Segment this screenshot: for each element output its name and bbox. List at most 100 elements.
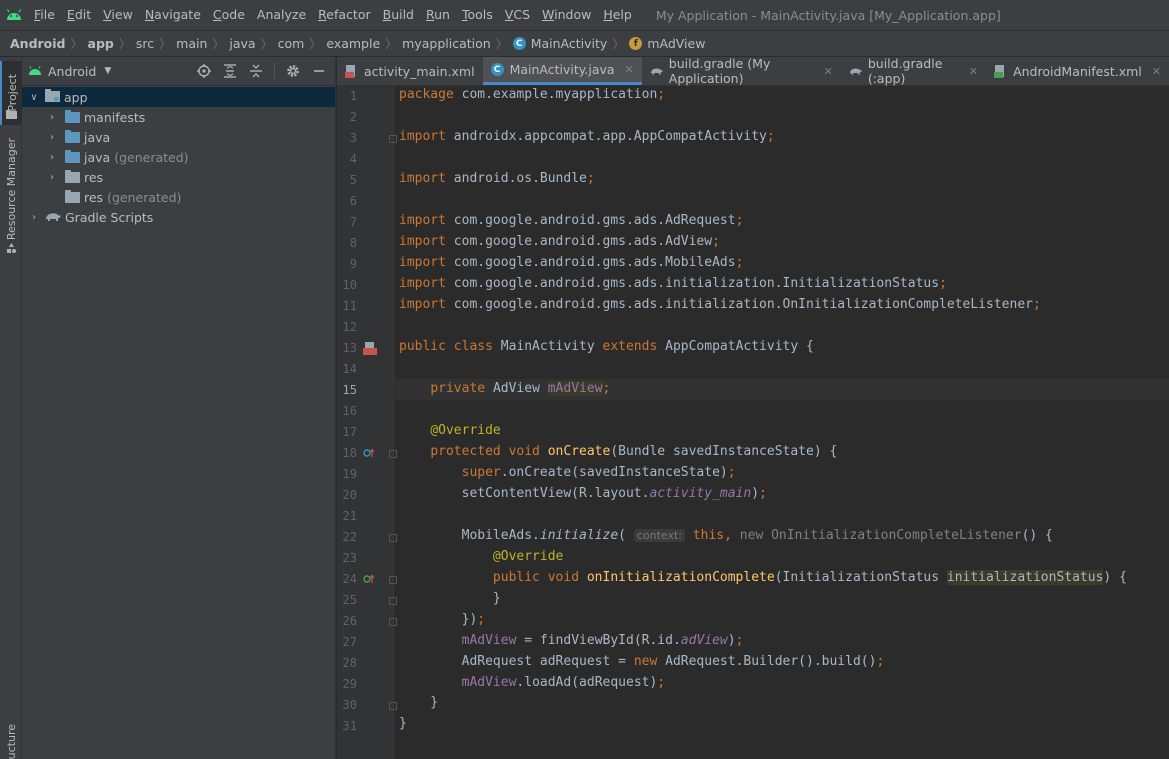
caret-down-icon[interactable]: ▼ xyxy=(104,66,111,76)
code-line: } xyxy=(399,695,439,710)
code-line: private AdView mAdView; xyxy=(430,381,611,396)
chevron-right-icon: 〉 xyxy=(385,37,398,51)
tree-item-app[interactable]: ∨ app xyxy=(22,87,335,107)
menu-file[interactable]: File xyxy=(28,0,61,30)
fold-marker-icon[interactable] xyxy=(389,534,397,542)
code-line: AdRequest adRequest = new AdRequest.Buil… xyxy=(399,654,885,669)
breadcrumb-java[interactable]: java xyxy=(225,36,259,51)
line-number: 22 xyxy=(342,530,357,544)
chevron-right-icon[interactable]: › xyxy=(44,152,60,163)
menu-run[interactable]: Run xyxy=(420,0,456,30)
tab-build-gradle-app[interactable]: build.gradle (:app) ✕ xyxy=(841,56,986,86)
fold-marker-icon[interactable] xyxy=(389,450,397,458)
resource-manager-tool-tab[interactable]: Resource Manager xyxy=(0,138,22,240)
breadcrumb-src[interactable]: src xyxy=(132,36,158,51)
project-tree: ∨ app › manifests › java › java (generat… xyxy=(22,86,335,227)
tab-label: build.gradle (My Application) xyxy=(668,56,771,86)
tab-androidmanifest-xml[interactable]: AndroidManifest.xml ✕ xyxy=(986,57,1169,85)
line-number: 13 xyxy=(342,341,357,355)
code-line: mAdView.loadAd(adRequest); xyxy=(461,675,666,690)
breadcrumb-app[interactable]: app xyxy=(84,36,118,51)
line-number: 31 xyxy=(342,719,357,733)
fold-marker-icon[interactable] xyxy=(389,576,397,584)
tree-item-label: java xyxy=(84,129,111,145)
breadcrumb-mainactivity[interactable]: C MainActivity xyxy=(509,36,612,51)
chevron-right-icon[interactable]: › xyxy=(44,132,60,143)
line-number: 20 xyxy=(342,488,357,502)
menu-code[interactable]: Code xyxy=(207,0,251,30)
fold-marker-icon[interactable] xyxy=(389,597,397,605)
code-line: import androidx.appcompat.app.AppCompatA… xyxy=(399,129,775,144)
close-icon[interactable]: ✕ xyxy=(1152,65,1161,78)
related-layout-icon[interactable] xyxy=(363,342,377,358)
menu-tools[interactable]: Tools xyxy=(456,0,499,30)
field-icon: f xyxy=(629,37,643,50)
breadcrumb-com[interactable]: com xyxy=(274,36,309,51)
code-editor[interactable]: 1 2 3 4 5 6 7 8 9 10 11 12 13 14 15 16 17 18 19 20 21 22 23 24 2… xyxy=(337,86,1169,759)
project-panel-header: Android ▼ xyxy=(22,57,335,86)
resource-folder-icon xyxy=(65,189,80,203)
line-number: 23 xyxy=(342,551,357,565)
chevron-right-icon: 〉 xyxy=(212,37,225,51)
line-number: 24 xyxy=(342,572,357,586)
fold-marker-icon[interactable] xyxy=(389,702,397,710)
collapse-all-icon[interactable] xyxy=(248,63,264,79)
tree-item-gradle-scripts[interactable]: › Gradle Scripts xyxy=(22,207,335,227)
fold-marker-icon[interactable] xyxy=(389,135,397,143)
menu-edit[interactable]: Edit xyxy=(61,0,97,30)
tree-item-res-generated[interactable]: res (generated) xyxy=(22,187,335,207)
code-line: } xyxy=(399,591,501,606)
structure-tool-tab[interactable]: ucture xyxy=(0,724,22,759)
menu-refactor[interactable]: Refactor xyxy=(312,0,376,30)
gear-icon[interactable] xyxy=(285,63,301,79)
tab-activity-main-xml[interactable]: activity_main.xml xyxy=(337,57,483,85)
chevron-right-icon[interactable]: › xyxy=(26,212,42,223)
override-method-icon[interactable] xyxy=(363,448,375,461)
menu-window[interactable]: Window xyxy=(536,0,597,30)
hide-minus-icon[interactable] xyxy=(311,63,327,79)
line-number: 16 xyxy=(342,404,357,418)
chevron-right-icon: 〉 xyxy=(118,37,131,51)
chevron-right-icon: 〉 xyxy=(495,37,508,51)
tree-item-label: app xyxy=(64,89,88,105)
expand-all-icon[interactable] xyxy=(222,63,238,79)
breadcrumb-android[interactable]: Android xyxy=(6,36,70,51)
menu-navigate[interactable]: Navigate xyxy=(139,0,207,30)
menu-analyze[interactable]: Analyze xyxy=(251,0,312,30)
code-line: import com.google.android.gms.ads.AdView… xyxy=(399,234,720,249)
tree-item-manifests[interactable]: › manifests xyxy=(22,107,335,127)
breadcrumb-main[interactable]: main xyxy=(172,36,211,51)
code-line: MobileAds.initialize( context: this, new… xyxy=(399,528,1053,543)
line-number: 26 xyxy=(342,614,357,628)
tree-item-java-generated[interactable]: › java (generated) xyxy=(22,147,335,167)
tab-mainactivity-java[interactable]: C MainActivity.java ✕ xyxy=(482,57,642,85)
line-number: 21 xyxy=(342,509,357,523)
tree-item-java[interactable]: › java xyxy=(22,127,335,147)
code-line: @Override xyxy=(430,423,501,438)
breadcrumb-example[interactable]: example xyxy=(322,36,384,51)
project-view-selector[interactable]: Android xyxy=(48,64,96,79)
override-method-icon[interactable] xyxy=(363,574,375,587)
breadcrumb-myapplication[interactable]: myapplication xyxy=(398,36,495,51)
gradle-icon xyxy=(849,65,862,78)
chevron-right-icon[interactable]: › xyxy=(44,112,60,123)
code-line: import com.google.android.gms.ads.initia… xyxy=(399,297,1041,312)
locate-crosshair-icon[interactable] xyxy=(196,63,212,79)
menu-help[interactable]: Help xyxy=(597,0,638,30)
chevron-right-icon: 〉 xyxy=(612,37,625,51)
chevron-down-icon[interactable]: ∨ xyxy=(26,92,42,103)
breadcrumb-madview[interactable]: f mAdView xyxy=(625,36,709,51)
chevron-right-icon[interactable]: › xyxy=(44,172,60,183)
close-icon[interactable]: ✕ xyxy=(625,63,634,76)
fold-marker-icon[interactable] xyxy=(389,618,397,626)
close-icon[interactable]: ✕ xyxy=(824,65,833,78)
left-tool-stripe: Project Resource Manager ucture xyxy=(0,57,22,759)
tree-item-res[interactable]: › res xyxy=(22,167,335,187)
chevron-right-icon: 〉 xyxy=(309,37,322,51)
tab-build-gradle-project[interactable]: build.gradle (My Application) ✕ xyxy=(642,56,841,86)
menu-vcs[interactable]: VCS xyxy=(499,0,536,30)
tree-item-label: Gradle Scripts xyxy=(65,209,154,225)
menu-view[interactable]: View xyxy=(97,0,139,30)
menu-build[interactable]: Build xyxy=(377,0,420,30)
close-icon[interactable]: ✕ xyxy=(969,65,978,78)
